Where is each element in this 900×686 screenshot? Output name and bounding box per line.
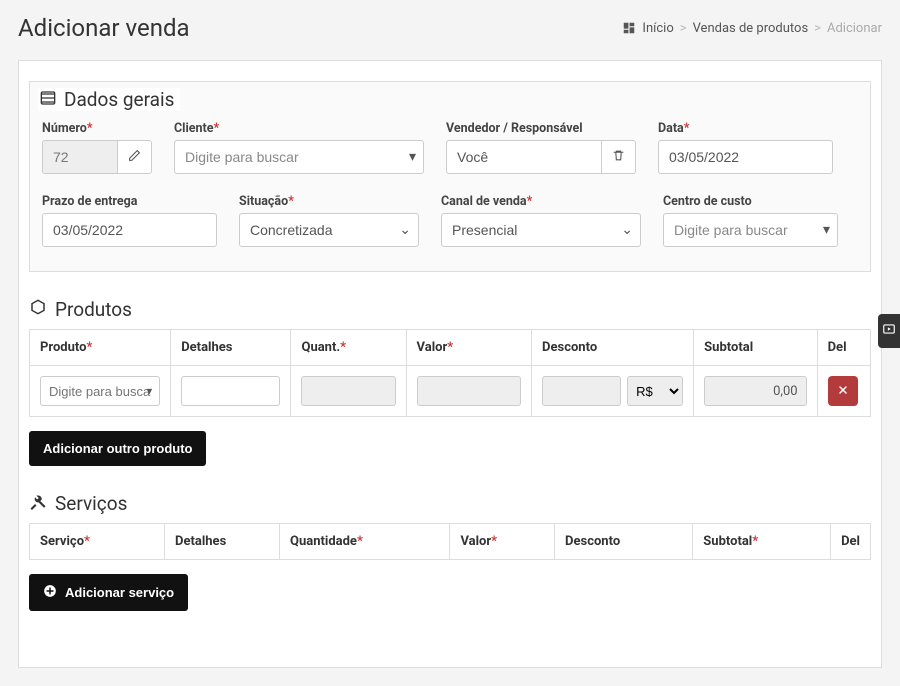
canal-select[interactable]: [441, 213, 641, 247]
dashboard-icon: [622, 21, 636, 35]
product-row: ▾ R$: [30, 366, 871, 417]
quant-input: [301, 376, 395, 406]
situacao-label: Situação*: [239, 194, 419, 209]
trash-icon: [612, 149, 625, 165]
subtotal-value: 0,00: [704, 376, 806, 406]
section-products-label: Produtos: [55, 298, 132, 321]
th-quantidade: Quantidade: [290, 534, 357, 549]
breadcrumb-sep: >: [814, 21, 821, 36]
th-s-detalhes: Detalhes: [165, 524, 280, 560]
plus-circle-icon: [43, 584, 57, 601]
th-detalhes: Detalhes: [171, 330, 291, 366]
delete-row-button[interactable]: [828, 376, 858, 406]
cube-icon: [29, 298, 47, 321]
section-services-label: Serviços: [55, 492, 127, 515]
add-service-button[interactable]: Adicionar serviço: [29, 574, 188, 611]
desconto-input: [542, 376, 621, 406]
section-services-title: Serviços: [29, 492, 871, 517]
list-icon: [40, 88, 56, 111]
th-desconto: Desconto: [532, 330, 694, 366]
th-s-valor: Valor: [460, 534, 491, 549]
section-general-label: Dados gerais: [64, 88, 174, 111]
cliente-combobox[interactable]: [174, 140, 424, 174]
cc-combobox[interactable]: [663, 213, 838, 247]
prazo-input[interactable]: [42, 213, 217, 247]
add-service-label: Adicionar serviço: [65, 585, 174, 600]
tools-icon: [29, 492, 47, 515]
pencil-icon: [128, 149, 141, 165]
th-s-desconto: Desconto: [555, 524, 693, 560]
section-general-title: Dados gerais: [38, 88, 180, 111]
produto-combobox[interactable]: [40, 376, 160, 406]
th-s-subtotal: Subtotal: [703, 534, 752, 549]
close-icon: [837, 384, 849, 399]
play-square-icon: [882, 322, 896, 340]
detalhes-input[interactable]: [181, 376, 280, 406]
th-produto: Produto: [40, 340, 86, 355]
numero-label: Número*: [42, 121, 152, 136]
vendedor-input[interactable]: [446, 140, 602, 174]
products-table: Produto* Detalhes Quant.* Valor* Descont…: [29, 329, 871, 417]
breadcrumb-sales[interactable]: Vendas de produtos: [693, 21, 809, 36]
page-title: Adicionar venda: [18, 14, 190, 42]
valor-input: [417, 376, 522, 406]
th-del: Del: [817, 330, 870, 366]
th-quant: Quant.: [301, 340, 340, 355]
breadcrumb-current: Adicionar: [827, 21, 882, 36]
clear-vendedor-button[interactable]: [602, 140, 636, 174]
form-card: Dados gerais Número*: [18, 60, 882, 668]
services-table: Serviço* Detalhes Quantidade* Valor* Des…: [29, 523, 871, 560]
desconto-unit-select[interactable]: R$: [627, 376, 683, 406]
breadcrumb: Início > Vendas de produtos > Adicionar: [622, 21, 882, 36]
prazo-label: Prazo de entrega: [42, 194, 217, 209]
edit-numero-button[interactable]: [118, 140, 152, 174]
breadcrumb-sep: >: [680, 21, 687, 36]
numero-input: [42, 140, 118, 174]
situacao-select[interactable]: [239, 213, 419, 247]
cliente-label: Cliente*: [174, 121, 424, 136]
th-valor: Valor: [417, 340, 448, 355]
add-product-button[interactable]: Adicionar outro produto: [29, 431, 206, 466]
vendedor-label: Vendedor / Responsável: [446, 121, 636, 136]
side-drawer-toggle[interactable]: [878, 314, 900, 348]
cc-label: Centro de custo: [663, 194, 838, 209]
th-servico: Serviço: [40, 534, 84, 549]
th-s-del: Del: [831, 524, 871, 560]
section-products-title: Produtos: [29, 298, 871, 323]
canal-label: Canal de venda*: [441, 194, 641, 209]
th-subtotal: Subtotal: [694, 330, 817, 366]
add-product-label: Adicionar outro produto: [43, 441, 192, 456]
breadcrumb-home[interactable]: Início: [642, 21, 673, 36]
data-input[interactable]: [658, 140, 833, 174]
data-label: Data*: [658, 121, 833, 136]
